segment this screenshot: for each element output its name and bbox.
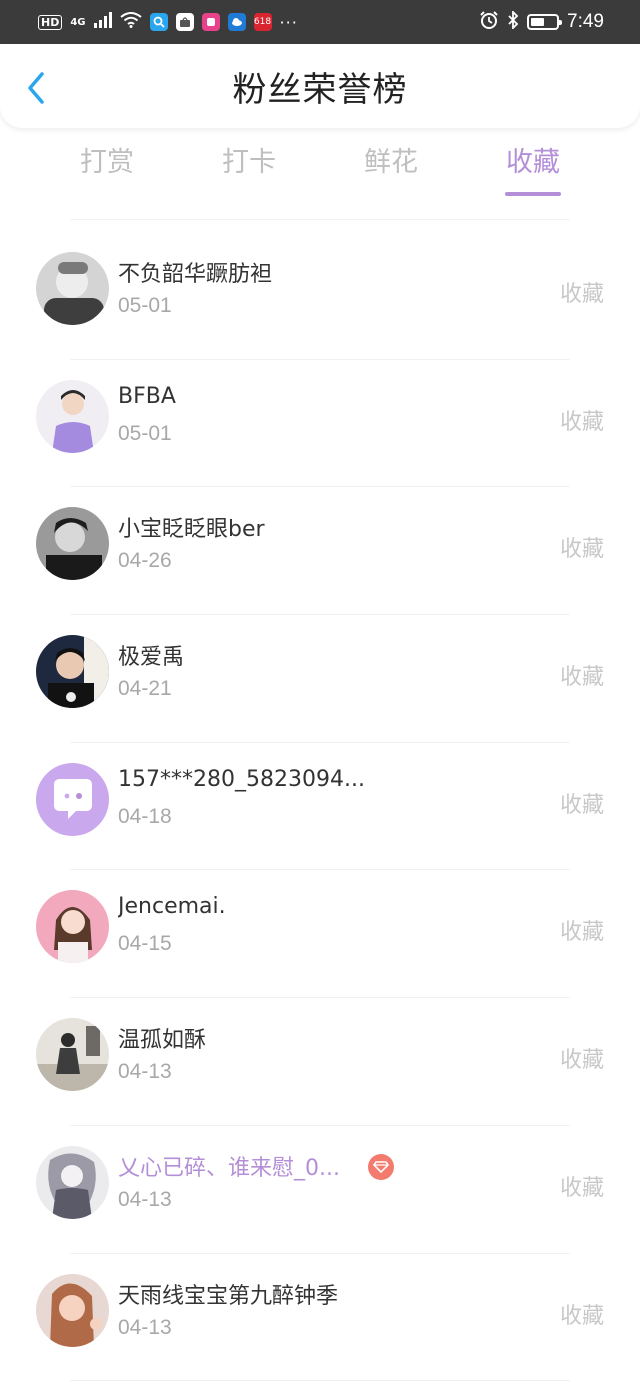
huawei-bag-icon xyxy=(175,13,194,31)
avatar[interactable] xyxy=(36,1018,109,1092)
list-item[interactable]: 157***280_5823094... 04-18 收藏 xyxy=(0,743,640,871)
fan-date: 04-13 xyxy=(118,1315,172,1339)
fan-name: 157***280_5823094... xyxy=(118,766,365,792)
vip-diamond-icon xyxy=(368,1153,394,1180)
status-bar-right: 7:49 xyxy=(479,9,604,33)
shopping-app-icon xyxy=(201,13,220,31)
action-type: 收藏 xyxy=(559,1048,604,1074)
avatar[interactable] xyxy=(36,890,109,964)
tab-tips[interactable]: 打赏 xyxy=(47,140,167,200)
action-type: 收藏 xyxy=(559,282,604,307)
list-item[interactable]: 极爱禹 04-21 收藏 xyxy=(0,615,640,743)
page-title: 粉丝荣誉榜 xyxy=(232,69,408,110)
tab-flowers[interactable]: 鲜花 xyxy=(331,140,451,200)
bluetooth-icon xyxy=(507,9,519,33)
status-bar-left: HD 4G 618 ··· xyxy=(38,12,298,32)
weather-app-icon xyxy=(227,13,246,31)
avatar[interactable] xyxy=(36,762,109,836)
fan-date: 04-13 xyxy=(118,1060,172,1084)
action-type: 收藏 xyxy=(559,792,604,818)
fan-date: 05-01 xyxy=(118,294,172,317)
action-type: 收藏 xyxy=(559,409,604,435)
fan-date: 04-21 xyxy=(118,677,172,701)
fan-name: 天雨线宝宝第九醉钟季 xyxy=(118,1283,339,1309)
hd-indicator: HD xyxy=(38,14,63,30)
fan-name: 温孤如酥 xyxy=(118,1028,207,1054)
fan-date: 04-15 xyxy=(118,932,172,956)
list-item[interactable]: 不负韶华蹶肪袒 05-01 收藏 xyxy=(0,232,640,360)
fan-list: 不负韶华蹶肪袒 05-01 收藏 BFBA 05-01 收藏 小宝眨眨眼ber … xyxy=(0,232,640,1381)
action-type: 收藏 xyxy=(559,1175,604,1201)
list-item[interactable]: 小宝眨眨眼ber 04-26 收藏 xyxy=(0,487,640,615)
list-item[interactable]: BFBA 05-01 收藏 xyxy=(0,360,640,488)
action-type: 收藏 xyxy=(559,665,604,691)
avatar[interactable] xyxy=(36,1273,109,1347)
divider xyxy=(70,219,570,220)
more-notifications-icon: ··· xyxy=(279,12,298,32)
back-button[interactable] xyxy=(18,68,54,108)
tmall-618-icon: 618 xyxy=(253,13,272,31)
tab-checkin[interactable]: 打卡 xyxy=(189,140,309,200)
fan-name: 小宝眨眨眼ber xyxy=(118,517,265,543)
network-type: 4G xyxy=(70,16,86,28)
chevron-left-icon xyxy=(28,72,44,104)
fan-name: Jencemai. xyxy=(118,894,226,920)
wifi-icon xyxy=(119,12,142,32)
tab-label: 打赏 xyxy=(80,147,134,178)
avatar[interactable] xyxy=(36,635,109,709)
action-type: 收藏 xyxy=(559,537,604,563)
fan-date: 04-13 xyxy=(118,1187,172,1211)
battery-level xyxy=(531,18,545,26)
avatar[interactable] xyxy=(36,1145,109,1219)
list-item[interactable]: Jencemai. 04-15 收藏 xyxy=(0,870,640,998)
avatar[interactable] xyxy=(36,379,109,453)
fan-name: BFBA xyxy=(118,383,176,409)
fan-name: 不负韶华蹶肪袒 xyxy=(118,262,273,287)
active-tab-indicator xyxy=(505,192,561,196)
action-type: 收藏 xyxy=(559,1303,604,1329)
list-item[interactable]: 天雨线宝宝第九醉钟季 04-13 收藏 xyxy=(0,1254,640,1382)
list-item[interactable]: 温孤如酥 04-13 收藏 xyxy=(0,998,640,1126)
tab-label: 收藏 xyxy=(506,147,560,178)
status-bar: HD 4G 618 ··· 7:49 xyxy=(0,0,640,44)
fan-name: 乂心已碎、谁来慰_0... xyxy=(118,1155,340,1181)
alarm-icon xyxy=(479,11,499,33)
fan-date: 04-26 xyxy=(118,549,172,573)
search-app-icon xyxy=(149,13,168,31)
nav-header: 粉丝荣誉榜 xyxy=(0,44,640,128)
fan-date: 04-18 xyxy=(118,804,172,828)
category-tabs: 打赏 打卡 鲜花 收藏 xyxy=(0,140,640,204)
fan-date: 05-01 xyxy=(118,421,172,445)
signal-icon xyxy=(93,12,112,32)
tab-label: 鲜花 xyxy=(364,147,418,178)
battery-icon xyxy=(527,14,563,30)
list-item[interactable]: 乂心已碎、谁来慰_0... 04-13 收藏 xyxy=(0,1126,640,1254)
clock: 7:49 xyxy=(567,11,604,32)
avatar[interactable] xyxy=(36,507,109,581)
tab-favorites[interactable]: 收藏 xyxy=(473,140,593,200)
action-type: 收藏 xyxy=(559,920,604,946)
avatar[interactable] xyxy=(36,252,109,325)
fan-name: 极爱禹 xyxy=(118,645,185,671)
tab-label: 打卡 xyxy=(222,147,276,178)
